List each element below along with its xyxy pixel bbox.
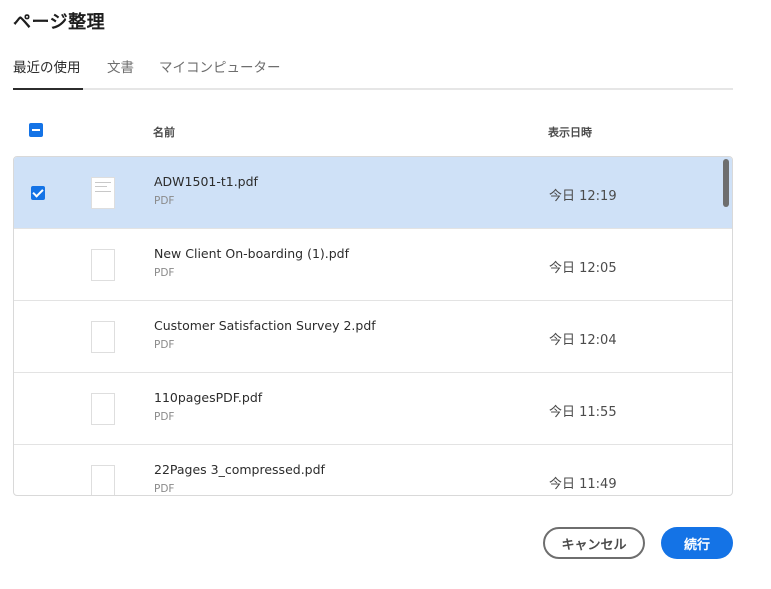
file-type: PDF — [154, 195, 175, 207]
file-type: PDF — [154, 339, 175, 351]
pdf-thumbnail-icon — [91, 465, 115, 495]
continue-button[interactable]: 続行 — [661, 527, 733, 559]
file-row[interactable]: 22Pages 3_compressed.pdf PDF 今日 11:49 — [14, 445, 732, 495]
file-list: ADW1501-t1.pdf PDF 今日 12:19 New Client O… — [13, 156, 733, 496]
tab-recent[interactable]: 最近の使用 — [13, 56, 81, 76]
file-type: PDF — [154, 483, 175, 495]
active-tab-indicator — [13, 88, 83, 90]
file-name: Customer Satisfaction Survey 2.pdf — [154, 318, 376, 333]
file-name: 110pagesPDF.pdf — [154, 390, 263, 405]
select-all-checkbox[interactable] — [29, 123, 43, 137]
file-name: ADW1501-t1.pdf — [154, 174, 258, 189]
file-date: 今日 11:55 — [549, 405, 617, 420]
file-name: New Client On-boarding (1).pdf — [154, 246, 350, 261]
file-row[interactable]: ADW1501-t1.pdf PDF 今日 12:19 — [14, 157, 732, 229]
column-header-name[interactable]: 名前 — [153, 124, 175, 140]
file-name: 22Pages 3_compressed.pdf — [154, 462, 325, 477]
file-type: PDF — [154, 411, 175, 423]
cancel-button[interactable]: キャンセル — [543, 527, 645, 559]
file-date: 今日 12:19 — [549, 189, 617, 204]
dialog-title: ページ整理 — [13, 12, 106, 33]
tab-documents[interactable]: 文書 — [107, 56, 134, 76]
file-row[interactable]: New Client On-boarding (1).pdf PDF 今日 12… — [14, 229, 732, 301]
pdf-thumbnail-icon — [91, 393, 115, 425]
pdf-thumbnail-icon — [91, 177, 115, 209]
file-type: PDF — [154, 267, 175, 279]
table-header: 名前 表示日時 — [13, 115, 733, 145]
tab-bar: 最近の使用 文書 マイコンピューター — [13, 56, 733, 90]
scrollbar-thumb[interactable] — [723, 159, 729, 207]
file-date: 今日 12:04 — [549, 333, 617, 348]
row-checkbox[interactable] — [31, 186, 45, 200]
file-date: 今日 11:49 — [549, 477, 617, 492]
file-row[interactable]: 110pagesPDF.pdf PDF 今日 11:55 — [14, 373, 732, 445]
file-row[interactable]: Customer Satisfaction Survey 2.pdf PDF 今… — [14, 301, 732, 373]
tab-my-computer[interactable]: マイコンピューター — [159, 56, 281, 76]
file-date: 今日 12:05 — [549, 261, 617, 276]
pdf-thumbnail-icon — [91, 321, 115, 353]
pdf-thumbnail-icon — [91, 249, 115, 281]
column-header-date[interactable]: 表示日時 — [548, 124, 592, 140]
